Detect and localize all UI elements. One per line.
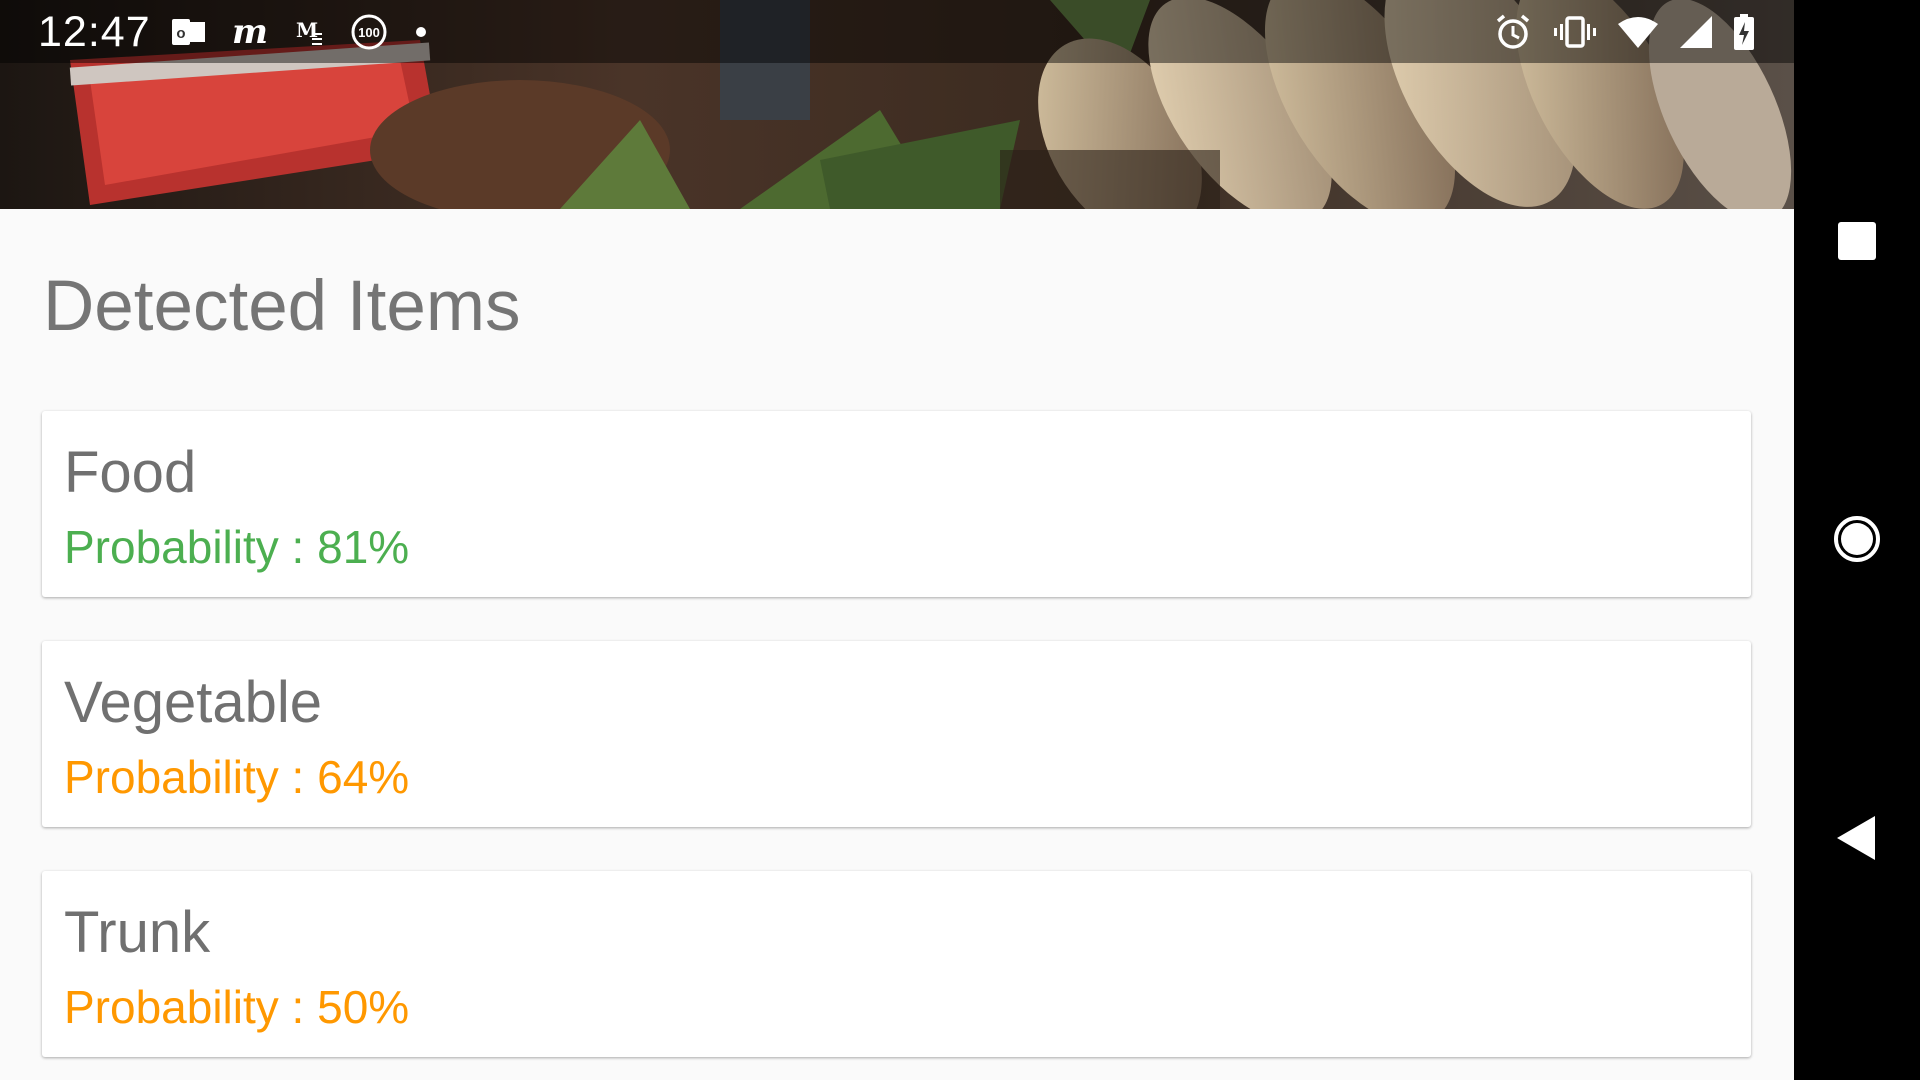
back-button[interactable] [1827,808,1887,868]
alarm-icon [1494,13,1532,51]
recents-icon [1838,222,1876,260]
svg-text:o: o [176,25,185,42]
svg-text:100: 100 [358,25,380,40]
item-probability: Probability : 81% [64,521,410,573]
battery-charging-icon [1734,14,1754,50]
item-label: Vegetable [64,670,323,735]
recents-button[interactable] [1827,211,1887,271]
app-screen: 12:47 o m M 100 Detected Items Food Prob… [0,0,1794,1080]
cell-signal-icon [1680,16,1712,48]
item-probability: Probability : 50% [64,981,410,1033]
svg-text:m: m [232,16,268,48]
back-icon [1837,816,1875,860]
notification-icons: o m M 100 [172,12,428,52]
home-icon [1834,516,1880,562]
dot-icon [414,25,428,39]
wifi-icon [1618,16,1658,48]
item-label: Food [64,440,197,505]
outlook-icon: o [172,17,206,47]
detected-item-card[interactable]: Vegetable Probability : 64% [42,641,1751,827]
status-bar: 12:47 o m M 100 [0,0,1794,63]
item-probability: Probability : 64% [64,751,410,803]
vibrate-icon [1554,15,1596,49]
detected-item-card[interactable]: Trunk Probability : 50% [42,871,1751,1057]
system-status-icons [1494,12,1754,52]
gmail-icon: M [296,17,324,47]
home-button[interactable] [1827,509,1887,569]
m-app-icon: m [232,16,270,48]
navigation-bar [1794,0,1920,1080]
detected-items-panel: Detected Items Food Probability : 81% Ve… [0,209,1794,1080]
page-title: Detected Items [43,267,521,346]
detected-item-card[interactable]: Food Probability : 81% [42,411,1751,597]
status-time: 12:47 [38,8,151,56]
item-label: Trunk [64,900,211,965]
badge-100-icon: 100 [350,13,388,51]
